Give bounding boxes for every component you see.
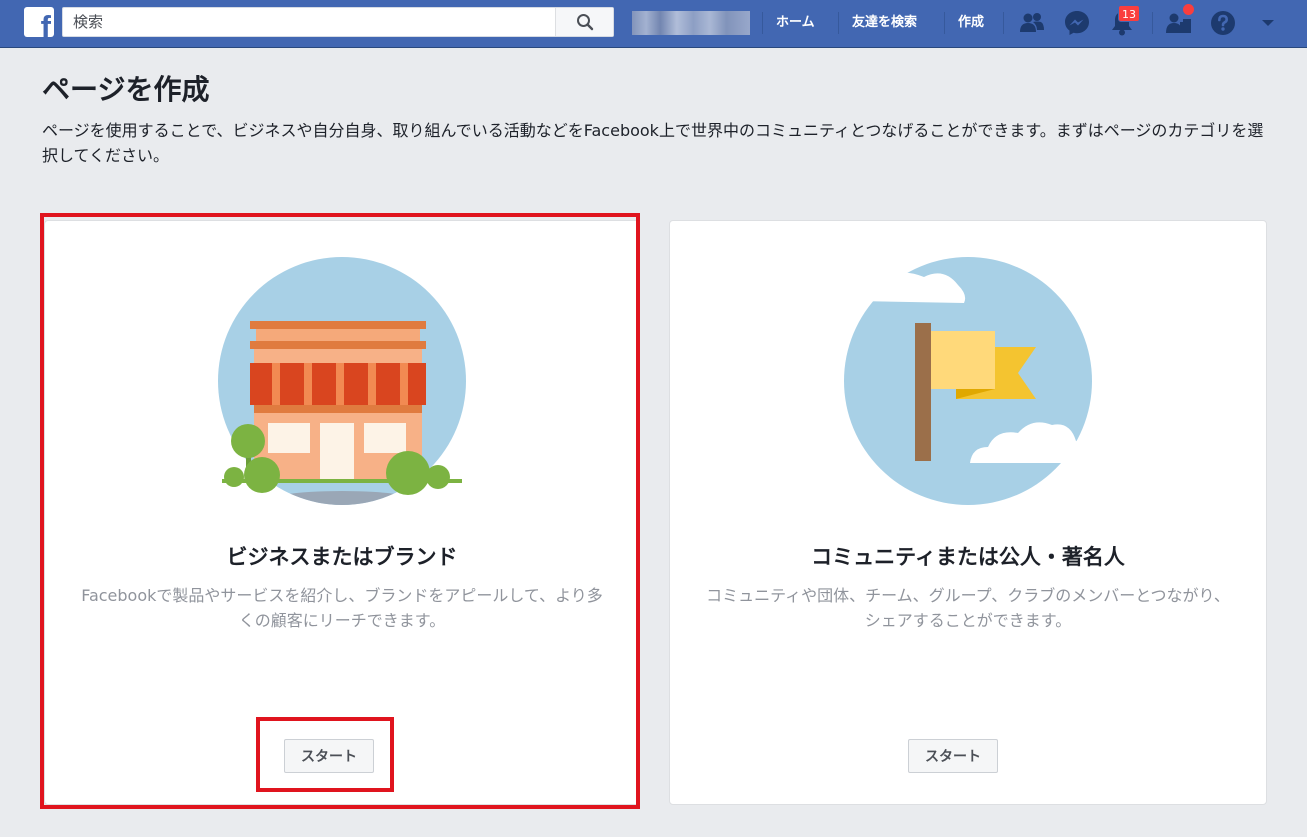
messenger-icon <box>1065 11 1089 35</box>
storefront-illustration-icon <box>218 257 466 505</box>
business-start-button[interactable]: スタート <box>284 739 374 773</box>
nav-divider <box>944 12 945 34</box>
nav-home-link[interactable]: ホーム <box>776 13 815 33</box>
help-icon <box>1211 11 1235 35</box>
card-description: コミュニティや団体、チーム、グループ、クラブのメンバーとつながり、シェアすること… <box>706 586 1230 630</box>
nav-divider <box>838 12 839 34</box>
community-start-button[interactable]: スタート <box>908 739 998 773</box>
page-title: ページを作成 <box>42 73 210 106</box>
card-description: Facebookで製品やサービスを紹介し、ブランドをアピールして、より多くの顧客… <box>81 586 603 630</box>
nav-find-friends-link[interactable]: 友達を検索 <box>852 13 917 33</box>
account-menu-button[interactable] <box>1254 9 1282 37</box>
facebook-logo[interactable]: f <box>24 7 54 37</box>
notifications-count-badge: 13 <box>1118 5 1140 22</box>
search-icon <box>576 14 593 31</box>
caret-down-icon <box>1262 20 1274 26</box>
search-bar <box>62 7 614 37</box>
messenger-button[interactable] <box>1063 9 1091 37</box>
nav-create-link[interactable]: 作成 <box>958 13 984 33</box>
page-description: ページを使用することで、ビジネスや自分自身、取り組んでいる活動などをFacebo… <box>42 121 1264 165</box>
top-navigation-bar: f ホーム 友達を検索 作成 <box>0 0 1307 48</box>
search-input[interactable] <box>63 8 557 36</box>
search-button[interactable] <box>555 8 613 36</box>
nav-divider <box>762 12 763 34</box>
card-title: コミュニティまたは公人・著名人 <box>811 545 1125 569</box>
nav-divider <box>1152 12 1153 34</box>
friend-requests-dot <box>1182 3 1195 16</box>
card-title: ビジネスまたはブランド <box>226 545 458 569</box>
nav-divider <box>1003 12 1004 34</box>
friends-icon <box>1020 13 1044 32</box>
community-public-figure-card[interactable]: コミュニティまたは公人・著名人 コミュニティや団体、チーム、グループ、クラブのメ… <box>669 220 1267 805</box>
flag-illustration-icon <box>844 257 1092 505</box>
business-brand-card[interactable]: ビジネスまたはブランド Facebookで製品やサービスを紹介し、ブランドをアピ… <box>44 220 640 805</box>
help-button[interactable] <box>1209 9 1237 37</box>
friends-button[interactable] <box>1018 9 1046 37</box>
facebook-logo-letter: f <box>40 9 51 37</box>
profile-link-blurred[interactable] <box>632 11 750 35</box>
